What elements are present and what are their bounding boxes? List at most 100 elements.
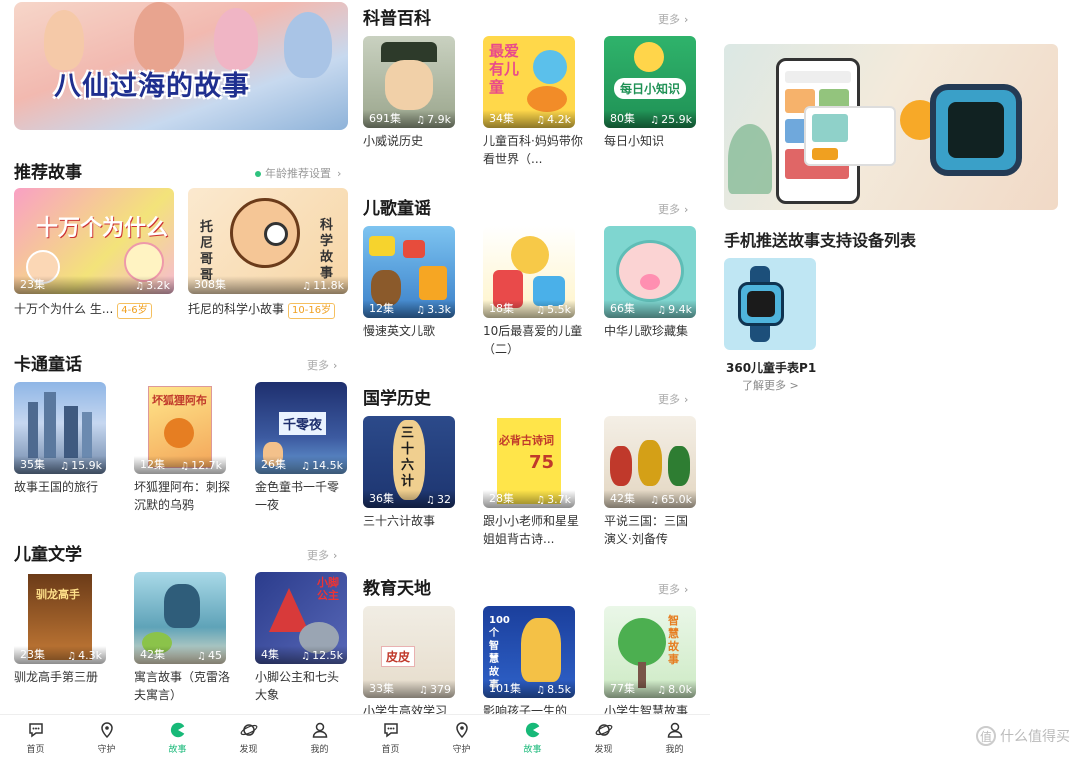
age-recommend-setting[interactable]: 年龄推荐设置 › — [255, 165, 341, 181]
story-card[interactable]: 三十六计 36集32 三十六计故事 — [363, 416, 457, 546]
more-link-songs[interactable]: 更多 › — [658, 201, 688, 217]
left-phone-screen: 八仙过海的故事 推荐故事 年龄推荐设置› 十万个为什么 23集3.2k 十万个为… — [0, 0, 355, 760]
story-stats: 77集8.0k — [604, 680, 696, 698]
story-card[interactable]: 42集45 寓言故事（克雷洛夫寓言） — [134, 572, 234, 702]
tab-guard[interactable]: 守护 — [426, 715, 497, 760]
story-stats: 18集5.5k — [483, 300, 575, 318]
story-name: 故事王国的旅行 — [14, 480, 99, 494]
story-cover: 100个智慧故事 101集8.5k — [483, 606, 575, 698]
planet-icon — [595, 721, 613, 739]
story-card[interactable]: 12集3.3k 慢速英文儿歌 — [363, 226, 457, 356]
cover-title: 三十六计 — [401, 426, 415, 489]
story-name: 中华儿歌珍藏集 — [604, 324, 689, 338]
story-name: 10后最喜爱的儿童（二） — [483, 324, 583, 356]
device-list-title: 手机推送故事支持设备列表 — [724, 231, 917, 250]
banner-figure — [284, 12, 332, 78]
tab-mine[interactable]: 我的 — [639, 715, 710, 760]
story-card[interactable]: 691集7.9k 小威说历史 — [363, 36, 457, 166]
story-stats: 42集65.0k — [604, 490, 696, 508]
middle-phone-screen: 科普百科 更多› 691集7.9k 小威说历史 最爱有儿童 34集4.2k 儿童… — [355, 0, 710, 760]
cover-title: 智慧故事 — [668, 614, 679, 666]
story-card[interactable]: 42集65.0k 平说三国：三国演义·刘备传 — [604, 416, 698, 546]
cover-character — [638, 440, 662, 486]
cover-title: 驯龙高手 — [36, 588, 80, 601]
story-cover: 坏狐狸阿布 12集12.7k — [134, 382, 226, 474]
watermark: 值 什么值得买 — [976, 726, 1070, 746]
location-pin-icon — [453, 721, 471, 739]
story-stats: 26集14.5k — [255, 456, 347, 474]
story-card[interactable]: 驯龙高手 23集4.3k 驯龙高手第三册 — [14, 572, 108, 692]
story-card[interactable]: 35集15.9k 故事王国的旅行 — [14, 382, 106, 522]
story-cover: 必背古诗词 75 28集3.7k — [483, 416, 575, 508]
tab-story[interactable]: 故事 — [142, 715, 213, 760]
story-stats: 101集8.5k — [483, 680, 575, 698]
story-card[interactable]: 18集5.5k 10后最喜爱的儿童（二） — [483, 226, 583, 356]
story-stats: 28集3.7k — [483, 490, 575, 508]
story-cover: 驯龙高手 23集4.3k — [14, 572, 106, 664]
story-stats: 80集25.9k — [604, 110, 696, 128]
story-card[interactable]: 100个智慧故事 101集8.5k 影响孩子一生的 — [483, 606, 583, 718]
story-name: 金色童书一千零一夜 — [255, 480, 340, 512]
more-link-science[interactable]: 更多 › — [658, 11, 688, 27]
tab-discover[interactable]: 发现 — [213, 715, 284, 760]
cover-title: 十万个为什么 — [36, 216, 169, 241]
learn-more-link[interactable]: 了解更多 > — [742, 377, 799, 393]
banner-figure — [134, 2, 184, 72]
section-title-songs: 儿歌童谣 — [363, 199, 431, 219]
story-card[interactable]: 托尼哥哥 科学故事 308集11.8k 托尼的科学小故事10-16岁 — [188, 188, 348, 319]
story-card[interactable]: 小脚公主 4集12.5k 小脚公主和七头大象 — [255, 572, 349, 702]
story-card[interactable]: 十万个为什么 23集3.2k 十万个为什么 生...4-6岁 — [14, 188, 174, 319]
more-link-literature[interactable]: 更多 › — [307, 547, 337, 563]
story-cover: 每日小知识 80集25.9k — [604, 36, 696, 128]
tab-home[interactable]: 首页 — [355, 715, 426, 760]
cover-character — [164, 584, 200, 628]
story-cover: 18集5.5k — [483, 226, 575, 318]
tab-mine[interactable]: 我的 — [284, 715, 355, 760]
story-name: 跟小小老师和星星姐姐背古诗... — [483, 514, 580, 546]
tab-guard[interactable]: 守护 — [71, 715, 142, 760]
tab-home[interactable]: 首页 — [0, 715, 71, 760]
story-card[interactable]: 智慧故事 77集8.0k 小学生智慧故事 — [604, 606, 698, 718]
story-card[interactable]: 千零夜 26集14.5k 金色童书一千零一夜 — [255, 382, 349, 522]
story-stats: 12集12.7k — [134, 456, 226, 474]
tab-discover[interactable]: 发现 — [568, 715, 639, 760]
story-stats: 4集12.5k — [255, 646, 347, 664]
story-cover: 十万个为什么 23集3.2k — [14, 188, 174, 294]
story-card[interactable]: 必背古诗词 75 28集3.7k 跟小小老师和星星姐姐背古诗... — [483, 416, 583, 546]
story-name: 坏狐狸阿布：刺探沉默的乌鸦 — [134, 480, 231, 512]
story-name: 慢速英文儿歌 — [363, 324, 436, 338]
story-name: 三十六计故事 — [363, 514, 436, 528]
chevron-right-icon: › — [684, 583, 689, 596]
story-pacman-icon — [169, 721, 187, 739]
story-cover: 12集3.3k — [363, 226, 455, 318]
story-card[interactable]: 66集9.4k 中华儿歌珍藏集 — [604, 226, 698, 356]
right-phone-screen: 手机推送故事支持设备列表 360儿童手表P1 了解更多 > 值 什么值得买 — [712, 0, 1080, 760]
cover-title: 必背古诗词 — [499, 434, 554, 447]
popup-illustration — [804, 106, 896, 166]
watch-icon — [738, 282, 784, 326]
device-card-360-watch[interactable] — [724, 258, 816, 350]
banner-figure — [44, 10, 84, 70]
status-dot-icon — [255, 171, 261, 177]
tab-story[interactable]: 故事 — [497, 715, 568, 760]
story-name: 每日小知识 — [604, 134, 665, 148]
story-card[interactable]: 坏狐狸阿布 12集12.7k 坏狐狸阿布：刺探沉默的乌鸦 — [134, 382, 234, 522]
story-banner[interactable]: 八仙过海的故事 — [14, 2, 348, 130]
more-link-history[interactable]: 更多 › — [658, 391, 688, 407]
section-title-recommend: 推荐故事 — [14, 163, 82, 183]
story-card[interactable]: 每日小知识 80集25.9k 每日小知识 — [604, 36, 698, 166]
age-tag: 10-16岁 — [288, 303, 336, 319]
user-icon — [311, 721, 329, 739]
promo-banner[interactable] — [724, 44, 1058, 210]
story-name: 小威说历史 — [363, 134, 424, 148]
story-card[interactable]: 皮皮 33集379 小学生高效学习 — [363, 606, 457, 718]
bottom-tab-bar: 首页 守护 故事 发现 我的 — [0, 714, 355, 760]
cover-subtitle: 科学故事 — [320, 218, 334, 281]
story-cover: 66集9.4k — [604, 226, 696, 318]
more-link-education[interactable]: 更多 › — [658, 581, 688, 597]
chevron-right-icon: › — [684, 393, 689, 406]
chat-bubble-icon — [382, 721, 400, 739]
story-card[interactable]: 最爱有儿童 34集4.2k 儿童百科·妈妈带你看世界（... — [483, 36, 583, 166]
more-link-cartoon[interactable]: 更多 › — [307, 357, 337, 373]
chevron-right-icon: › — [684, 13, 689, 26]
